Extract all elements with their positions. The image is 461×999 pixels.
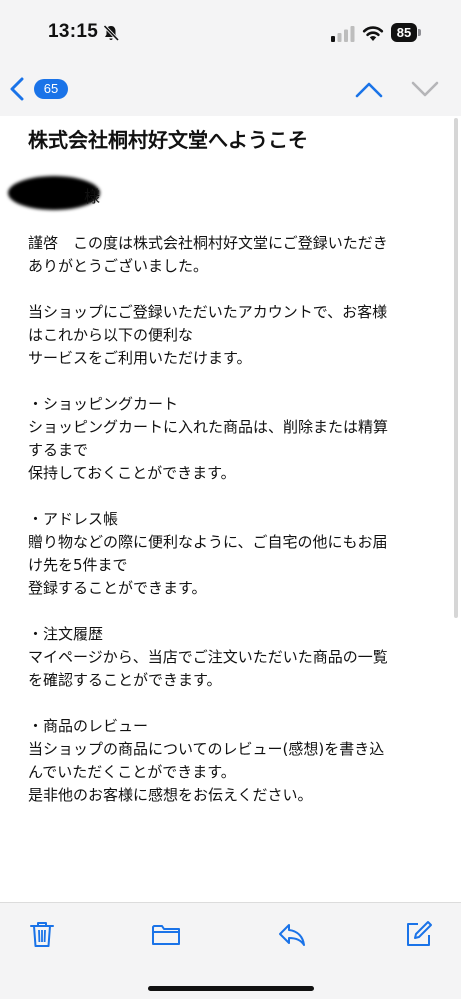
email-body-line: ・ショッピングカート — [28, 395, 179, 413]
cellular-signal-icon — [331, 26, 355, 42]
mail-nav-bar: 65 — [0, 62, 461, 116]
email-subject: 株式会社桐村好文堂へようこそ — [28, 128, 308, 152]
email-body-line: 謹啓 この度は株式会社桐村好文堂にご登録いただき — [28, 234, 388, 252]
scrollbar[interactable] — [454, 118, 458, 618]
bottom-toolbar — [0, 902, 461, 999]
reply-icon — [279, 924, 305, 946]
trash-icon — [30, 922, 54, 947]
chevron-left-icon[interactable] — [10, 77, 24, 101]
compose-icon — [407, 921, 432, 946]
email-body-line: を確認することができます。 — [28, 671, 222, 689]
email-body-line: んでいただくことができます。 — [28, 763, 236, 781]
chevron-down-icon[interactable] — [411, 80, 439, 98]
email-body-line: ショッピングカートに入れた商品は、削除または精算 — [28, 418, 389, 436]
home-indicator — [148, 986, 314, 991]
email-body-line: ありがとうございました。 — [28, 257, 209, 275]
email-body-line: 贈り物などの際に便利なように、ご自宅の他にもお届 — [28, 533, 388, 551]
email-body-line: 是非他のお客様に感想をお伝えください。 — [28, 786, 313, 804]
battery-icon: 85 — [391, 23, 417, 42]
recipient-honorific: 様 — [84, 187, 101, 206]
delete-button[interactable] — [27, 919, 57, 949]
battery-tip — [418, 29, 421, 36]
email-body-line: サービスをご利用いただけます。 — [28, 349, 252, 367]
email-body-line: ・商品のレビュー — [28, 717, 149, 735]
status-bar: 13:15 85 — [0, 0, 461, 62]
email-body-line: ・アドレス帳 — [28, 510, 119, 528]
email-body-line: するまで — [28, 441, 89, 459]
reply-button[interactable] — [277, 919, 307, 949]
chevron-up-icon[interactable] — [355, 80, 383, 98]
email-body-line: け先を5件まで — [28, 556, 128, 574]
move-to-folder-button[interactable] — [151, 919, 181, 949]
email-body-line: 当ショップにご登録いただいたアカウントで、お客様 — [28, 303, 388, 321]
compose-button[interactable] — [403, 919, 433, 949]
email-body-line: 登録することができます。 — [28, 579, 207, 597]
wifi-icon — [362, 26, 384, 41]
email-body-line: はこれから以下の便利な — [28, 326, 194, 344]
email-content: 株式会社桐村好文堂へようこそ 様 謹啓 この度は株式会社桐村好文堂にご登録いただ… — [0, 116, 461, 902]
email-body-line: マイページから、当店でご注文いただいた商品の一覧 — [28, 648, 388, 666]
unread-count-badge[interactable]: 65 — [34, 79, 68, 99]
status-time: 13:15 — [48, 21, 99, 42]
bell-slash-icon — [103, 24, 120, 42]
email-body-line: 当ショップの商品についてのレビュー(感想)を書き込 — [28, 740, 385, 758]
email-body-line: ・注文履歴 — [28, 625, 104, 643]
email-body-line: 保持しておくことができます。 — [28, 464, 236, 482]
email-body: 謹啓 この度は株式会社桐村好文堂にご登録いただき ありがとうございました。当ショッ… — [28, 232, 438, 807]
folder-icon — [152, 925, 180, 945]
